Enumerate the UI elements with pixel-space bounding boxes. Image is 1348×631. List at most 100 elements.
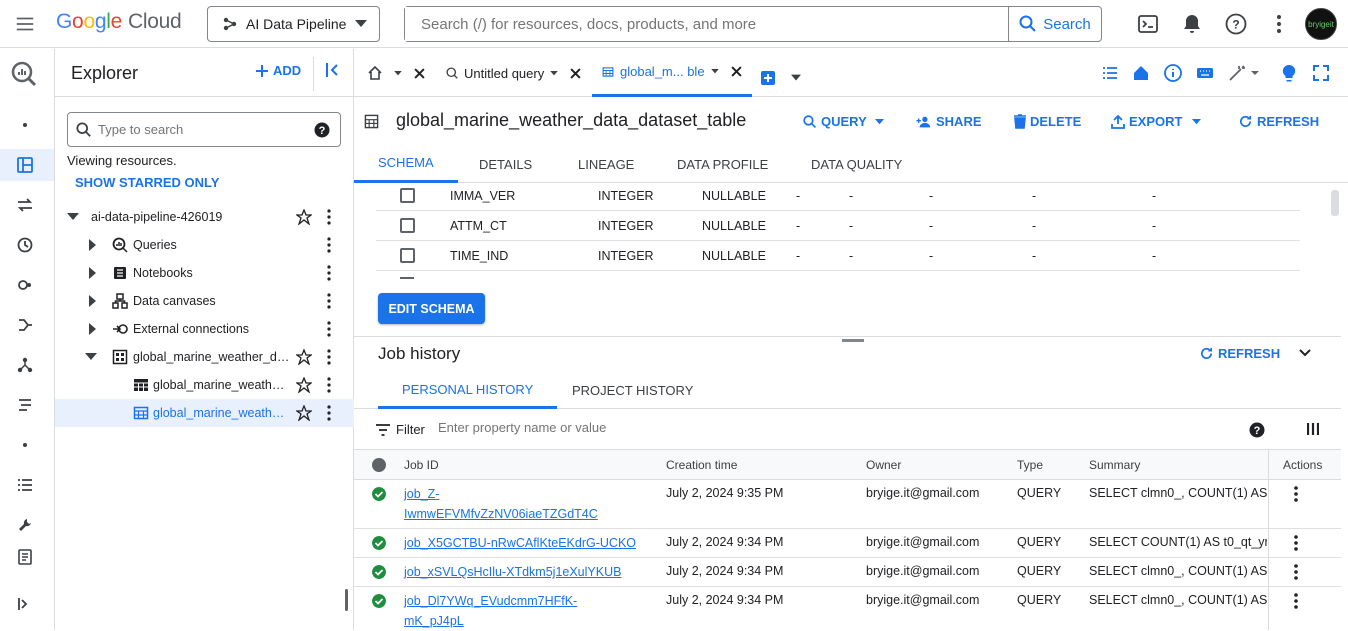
column-header[interactable]: Owner [866, 458, 901, 472]
tree-item-notebooks[interactable]: Notebooks [55, 259, 354, 287]
query-button[interactable]: QUERY [803, 114, 884, 129]
more-vert-icon[interactable] [325, 237, 333, 253]
tree-item-table[interactable]: global_marine_weather... [55, 371, 354, 399]
chevron-down-icon[interactable] [394, 70, 402, 76]
tab-data-profile[interactable]: DATA PROFILE [653, 145, 792, 183]
pipelines-icon[interactable] [13, 313, 37, 337]
project-row[interactable]: ai-data-pipeline-426019 [55, 203, 354, 231]
filter-button[interactable]: Filter [376, 422, 425, 437]
lightbulb-icon[interactable] [1279, 63, 1299, 83]
chevron-right-icon[interactable] [87, 295, 99, 307]
search-input[interactable] [405, 7, 1008, 41]
more-vert-icon[interactable] [325, 265, 333, 281]
more-vert-icon[interactable] [1292, 593, 1300, 609]
row-checkbox[interactable] [400, 218, 415, 233]
resize-handle[interactable] [842, 339, 864, 342]
help-icon[interactable]: ? [314, 122, 330, 138]
column-header[interactable]: Type [1017, 458, 1043, 472]
schema-scrollbar[interactable] [1331, 190, 1339, 216]
chevron-down-icon[interactable] [710, 69, 719, 74]
job-id-link[interactable]: job_Z- IwmwEFVMfvZzNV06iaeTZGdT4C [404, 484, 598, 524]
star-icon[interactable] [296, 377, 312, 393]
list-icon[interactable] [1100, 63, 1120, 83]
more-vert-icon[interactable] [325, 293, 333, 309]
chevron-right-icon[interactable] [87, 267, 99, 279]
dataform-icon[interactable] [13, 393, 37, 417]
chevron-down-icon[interactable] [1297, 344, 1313, 360]
notifications-icon[interactable] [1180, 12, 1204, 36]
more-vert-icon[interactable] [325, 209, 333, 225]
keyboard-icon[interactable] [1195, 63, 1215, 83]
chevron-down-icon[interactable] [67, 213, 79, 221]
fullscreen-icon[interactable] [1311, 63, 1331, 83]
explorer-scrollbar[interactable] [345, 589, 348, 611]
more-vert-icon[interactable] [1292, 564, 1300, 580]
column-header[interactable]: Creation time [666, 458, 737, 472]
dot-icon[interactable] [13, 113, 37, 137]
column-display-icon[interactable] [1307, 422, 1319, 436]
menu-icon[interactable] [14, 13, 36, 35]
chevron-down-icon[interactable] [85, 353, 97, 361]
tab-personal-history[interactable]: PERSONAL HISTORY [378, 372, 558, 409]
more-vert-icon[interactable] [1267, 12, 1291, 36]
tab-home[interactable] [368, 49, 425, 97]
home-icon[interactable] [1131, 63, 1151, 83]
more-vert-icon[interactable] [325, 377, 333, 393]
job-id-link[interactable]: job_X5GCTBU-nRwCAflKteEKdrG-UCKO [404, 533, 636, 553]
partner-center-icon[interactable] [13, 353, 37, 377]
info-icon[interactable] [1163, 63, 1183, 83]
more-vert-icon[interactable] [325, 321, 333, 337]
wrench-icon[interactable] [13, 513, 37, 537]
explorer-search-input[interactable] [98, 122, 314, 137]
tab-untitled-query[interactable]: Untitled query [446, 49, 581, 97]
job-id-link[interactable]: job_Dl7YWq_EVudcmm7HFfK-mK_pJ4pL [404, 591, 577, 631]
job-history-refresh-button[interactable]: REFRESH [1199, 346, 1280, 361]
help-icon[interactable]: ? [1224, 12, 1248, 36]
close-icon[interactable] [570, 67, 581, 79]
search-button[interactable]: Search [1008, 7, 1101, 41]
tree-item-dataset[interactable]: global_marine_weather_dat... [55, 343, 354, 371]
tree-item-queries[interactable]: Queries [55, 231, 354, 259]
star-icon[interactable] [296, 405, 312, 421]
share-button[interactable]: SHARE [916, 114, 982, 129]
list-icon[interactable] [13, 473, 37, 497]
chevron-right-icon[interactable] [87, 239, 99, 251]
filter-input[interactable] [438, 420, 838, 435]
tab-project-history[interactable]: PROJECT HISTORY [548, 372, 717, 409]
release-notes-icon[interactable] [13, 545, 37, 569]
close-icon[interactable] [730, 66, 742, 77]
tree-item-external-connections[interactable]: External connections [55, 315, 354, 343]
more-vert-icon[interactable] [325, 349, 333, 365]
column-header[interactable]: Summary [1089, 458, 1140, 472]
chevron-down-icon[interactable] [791, 74, 801, 82]
delete-button[interactable]: DELETE [1014, 114, 1081, 129]
star-icon[interactable] [296, 209, 312, 225]
magic-wand-icon[interactable] [1227, 63, 1261, 83]
column-header[interactable]: Job ID [404, 458, 439, 472]
cloud-shell-icon[interactable] [1136, 12, 1160, 36]
tab-schema[interactable]: SCHEMA [354, 145, 458, 183]
export-button[interactable]: EXPORT [1111, 114, 1202, 129]
tab-table[interactable]: global_m... ble [592, 49, 752, 97]
tab-lineage[interactable]: LINEAGE [554, 145, 658, 183]
chevron-down-icon[interactable] [550, 70, 558, 76]
edit-schema-button[interactable]: EDIT SCHEMA [378, 293, 485, 324]
star-icon[interactable] [296, 349, 312, 365]
tree-item-data-canvases[interactable]: Data canvases [55, 287, 354, 315]
more-vert-icon[interactable] [1292, 486, 1300, 502]
bigquery-logo-icon[interactable] [9, 59, 39, 89]
collapse-panel-icon[interactable] [325, 61, 341, 79]
google-cloud-logo[interactable]: Google Cloud [56, 10, 182, 34]
row-checkbox[interactable] [400, 188, 415, 203]
analytics-hub-icon[interactable] [13, 273, 37, 297]
tree-item-table-selected[interactable]: global_marine_weather... [55, 399, 354, 427]
show-starred-button[interactable]: SHOW STARRED ONLY [75, 175, 219, 190]
add-button[interactable]: ADD [255, 63, 301, 78]
chevron-right-icon[interactable] [87, 323, 99, 335]
project-selector[interactable]: AI Data Pipeline [207, 6, 380, 42]
more-vert-icon[interactable] [1292, 535, 1300, 551]
avatar[interactable]: bryigeit [1305, 8, 1337, 40]
scheduled-queries-icon[interactable] [13, 233, 37, 257]
tab-data-quality[interactable]: DATA QUALITY [787, 145, 926, 183]
more-vert-icon[interactable] [325, 405, 333, 421]
